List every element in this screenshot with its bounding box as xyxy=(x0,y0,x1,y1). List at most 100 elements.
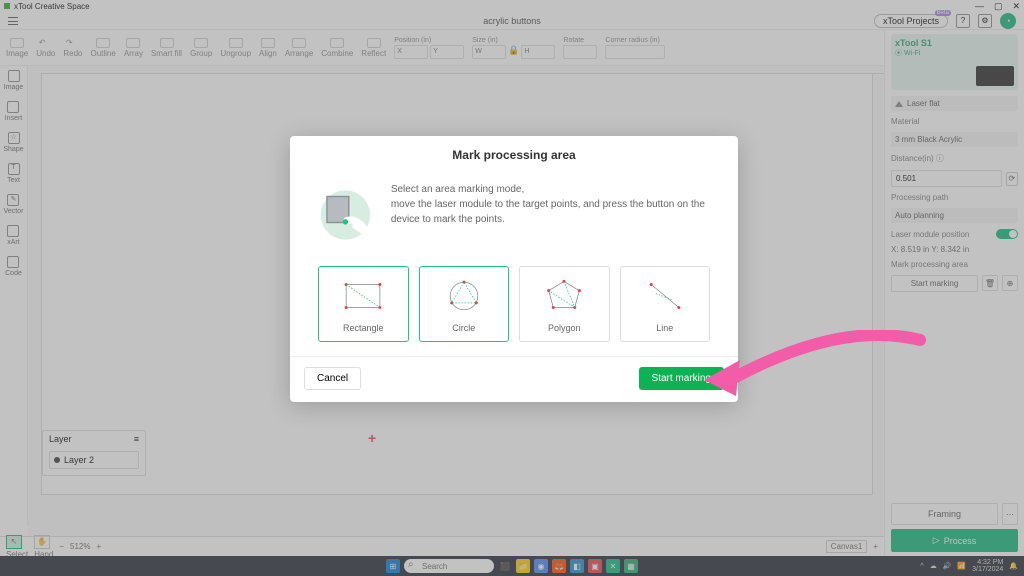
tool-undo[interactable]: ↶Undo xyxy=(36,38,55,58)
tool-align[interactable]: Align xyxy=(259,38,277,58)
window-titlebar: xTool Creative Space — ▢ ✕ xyxy=(0,0,1024,12)
path-select[interactable]: Auto planning xyxy=(891,208,1018,223)
material-select[interactable]: 3 mm Black Acrylic xyxy=(891,132,1018,147)
firefox-icon[interactable]: 🦊 xyxy=(552,559,566,573)
mark-area-modal: Mark processing area Select an area mark… xyxy=(290,136,738,402)
ruler-horizontal xyxy=(42,66,884,74)
explorer-icon[interactable]: 📁 xyxy=(516,559,530,573)
maximize-button[interactable]: ▢ xyxy=(994,1,1003,12)
window-controls: — ▢ ✕ xyxy=(975,1,1020,12)
layers-title: Layer xyxy=(49,434,72,444)
tool-smartfill[interactable]: Smart fill xyxy=(151,38,182,58)
shape-polygon[interactable]: Polygon xyxy=(519,266,610,342)
tray-time: 4:32 PM xyxy=(972,559,1003,566)
size-h-input[interactable] xyxy=(521,45,555,59)
avatar[interactable]: ◔ xyxy=(1000,13,1016,29)
zoom-level[interactable]: 512% xyxy=(70,542,90,551)
device-connection: ⦿ Wi-Fi xyxy=(895,48,1014,58)
pos-y-input[interactable] xyxy=(430,45,464,59)
ribbon-toolbar: Image ↶Undo ↷Redo Outline Array Smart fi… xyxy=(0,30,1024,66)
xtool-taskbar-icon[interactable]: ✕ xyxy=(606,559,620,573)
coords-readout: X: 8.519 in Y: 8.342 in xyxy=(891,245,1018,254)
right-panel: xTool S1 ⦿ Wi-Fi Laser flat Material 3 m… xyxy=(884,30,1024,556)
lt-image[interactable]: Image xyxy=(4,70,23,91)
layer-row[interactable]: Layer 2 xyxy=(49,451,139,469)
refresh-distance-button[interactable]: ⟳ xyxy=(1006,172,1018,186)
tool-arrange[interactable]: Arrange xyxy=(285,38,313,58)
size-w-input[interactable] xyxy=(472,45,506,59)
close-button[interactable]: ✕ xyxy=(1012,1,1020,12)
lmp-toggle[interactable] xyxy=(996,229,1018,239)
lt-code[interactable]: Code xyxy=(5,256,22,277)
add-canvas-button[interactable]: + xyxy=(873,542,878,551)
shape-circle[interactable]: Circle xyxy=(419,266,510,342)
xtool-projects-label: xTool Projects xyxy=(883,16,939,26)
rotate-input[interactable] xyxy=(563,45,597,59)
tool-outline[interactable]: Outline xyxy=(90,38,115,58)
app-icon-1[interactable]: ◧ xyxy=(570,559,584,573)
tray-date: 3/17/2024 xyxy=(972,566,1003,573)
minimize-button[interactable]: — xyxy=(975,1,984,12)
tool-combine[interactable]: Combine xyxy=(321,38,353,58)
lt-shape[interactable]: ☆Shape xyxy=(3,132,23,153)
size-fields: Size (in) 🔒 xyxy=(472,37,555,59)
settings-icon[interactable]: ⚙ xyxy=(978,14,992,28)
laser-head-select[interactable]: Laser flat xyxy=(891,96,1018,111)
bottom-bar: ↖ Select ✋ Hand − 512% + Canvas1 + xyxy=(0,536,884,556)
device-card[interactable]: xTool S1 ⦿ Wi-Fi xyxy=(891,34,1018,90)
lt-xart[interactable]: xArt xyxy=(7,225,19,246)
menu-icon[interactable] xyxy=(8,17,18,25)
select-tool[interactable]: ↖ xyxy=(6,535,22,549)
layer-color-dot xyxy=(54,457,60,463)
lt-text[interactable]: TText xyxy=(7,163,20,184)
lt-insert[interactable]: Insert xyxy=(5,101,23,122)
tool-group[interactable]: Group xyxy=(190,38,212,58)
task-icon[interactable]: ⬛ xyxy=(498,559,512,573)
windows-taskbar: ⊞ Search ⬛ 📁 ◉ 🦊 ◧ ▣ ✕ ▦ ^☁🔊📶 4:32 PM 3/… xyxy=(0,556,1024,576)
framing-options-button[interactable]: ⋯ xyxy=(1002,503,1018,525)
modal-title: Mark processing area xyxy=(290,136,738,170)
position-fields: Position (in) xyxy=(394,37,464,59)
corner-input[interactable] xyxy=(605,45,665,59)
shape-rectangle[interactable]: Rectangle xyxy=(318,266,409,342)
mark-delete-button[interactable]: 🗑 xyxy=(982,275,998,291)
start-button[interactable]: ⊞ xyxy=(386,559,400,573)
process-button[interactable]: ▷Process xyxy=(891,529,1018,552)
system-tray[interactable]: ^☁🔊📶 4:32 PM 3/17/2024 🔔 xyxy=(920,559,1018,573)
pos-x-input[interactable] xyxy=(394,45,428,59)
layers-menu-icon[interactable]: ≡ xyxy=(134,434,139,444)
mark-area-label: Mark processing area xyxy=(891,260,1018,269)
app-title: xTool Creative Space xyxy=(14,2,90,11)
device-image xyxy=(976,66,1014,86)
help-icon[interactable]: ? xyxy=(956,14,970,28)
corner-field: Corner radius (in) xyxy=(605,37,665,59)
shape-line[interactable]: Line xyxy=(620,266,711,342)
chrome-icon[interactable]: ◉ xyxy=(534,559,548,573)
tool-image[interactable]: Image xyxy=(6,38,28,58)
warning-icon xyxy=(895,101,903,107)
framing-button[interactable]: Framing xyxy=(891,503,998,525)
modal-illustration xyxy=(318,178,373,252)
left-toolbar: Image Insert ☆Shape TText ✎Vector xArt C… xyxy=(0,66,28,526)
start-marking-button[interactable]: Start marking xyxy=(639,367,724,390)
distance-label: Distance(in) ⓘ xyxy=(891,153,1018,164)
app-icon-3[interactable]: ▦ xyxy=(624,559,638,573)
layers-panel: Layer ≡ Layer 2 xyxy=(42,430,146,476)
tool-array[interactable]: Array xyxy=(124,38,143,58)
canvas-tab[interactable]: Canvas1 xyxy=(826,540,868,553)
tool-ungroup[interactable]: Ungroup xyxy=(220,38,251,58)
filename: acrylic buttons xyxy=(483,16,541,26)
lt-vector[interactable]: ✎Vector xyxy=(4,194,24,215)
hand-tool[interactable]: ✋ xyxy=(34,535,50,549)
cancel-button[interactable]: Cancel xyxy=(304,367,361,390)
app-icon-2[interactable]: ▣ xyxy=(588,559,602,573)
taskbar-search[interactable]: Search xyxy=(404,559,494,573)
mark-add-button[interactable]: ⊕ xyxy=(1002,275,1018,291)
app-header: acrylic buttons xTool Projects Beta ? ⚙ … xyxy=(0,12,1024,30)
distance-input[interactable] xyxy=(891,170,1002,187)
tool-redo[interactable]: ↷Redo xyxy=(63,38,82,58)
start-marking-side-button[interactable]: Start marking xyxy=(891,275,978,292)
xtool-projects-button[interactable]: xTool Projects Beta xyxy=(874,14,948,28)
tool-reflect[interactable]: Reflect xyxy=(361,38,386,58)
app-icon xyxy=(4,3,10,9)
